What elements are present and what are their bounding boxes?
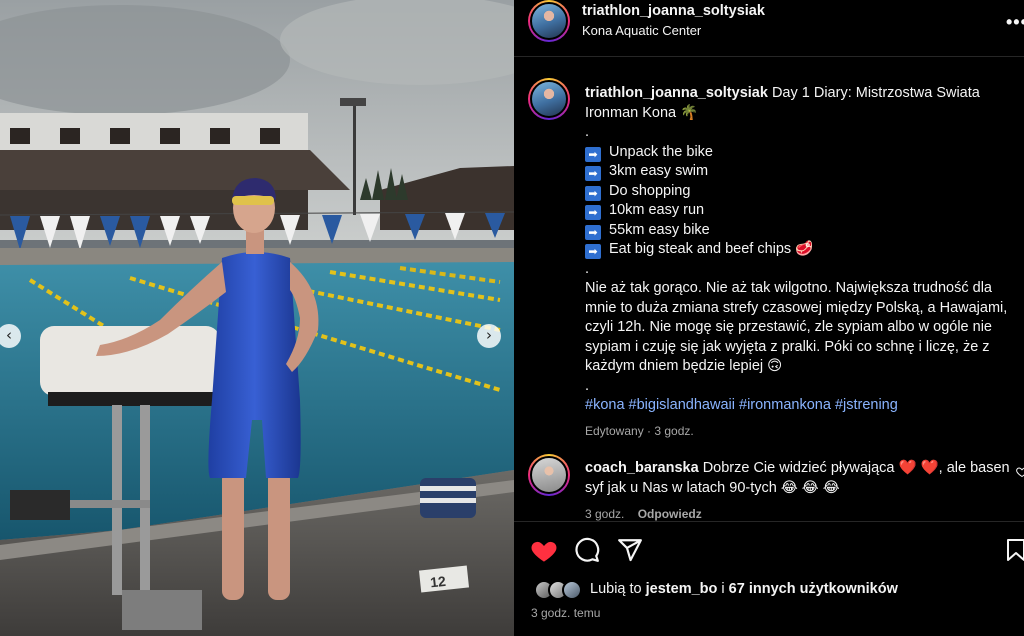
todo-item: ➡ 3km easy swim xyxy=(585,162,1024,182)
hashtag-link[interactable]: #ironmankona xyxy=(739,397,831,413)
todo-item: ➡ Unpack the bike xyxy=(585,143,1024,163)
caption-paragraph: Nie aż tak gorąco. Nie aż tak wilgotno. … xyxy=(585,280,1008,374)
post-actions: Lubią to jestem_bo i 67 innych użytkowni… xyxy=(514,521,1024,636)
post-caption: triathlon_joanna_soltysiak Day 1 Diary: … xyxy=(585,84,1024,441)
save-bookmark-icon[interactable] xyxy=(1006,537,1024,563)
edited-label: Edytowany xyxy=(585,423,644,438)
arrow-right-icon: ➡ xyxy=(585,205,601,220)
like-heart-icon[interactable] xyxy=(530,537,558,563)
arrow-right-icon: ➡ xyxy=(585,166,601,181)
author-avatar[interactable] xyxy=(528,0,570,42)
comment-username[interactable]: coach_baranska xyxy=(585,460,699,476)
post-photo[interactable]: 12 ‹ › xyxy=(0,0,514,636)
caption-dot: . xyxy=(585,124,590,140)
todo-item: ➡ Do shopping xyxy=(585,182,1024,202)
hashtag-link[interactable]: #bigislandhawaii xyxy=(629,397,735,413)
more-options-icon[interactable]: ••• xyxy=(1006,12,1024,33)
lane-marker-text: 12 xyxy=(429,573,446,591)
post-details-panel: triathlon_joanna_soltysiak Kona Aquatic … xyxy=(514,0,1024,636)
todo-item: ➡ 55km easy bike xyxy=(585,221,1024,241)
arrow-right-icon: ➡ xyxy=(585,224,601,240)
todo-item: ➡ Eat big steak and beef chips 🥩 xyxy=(585,240,1024,260)
chevron-right-icon: › xyxy=(486,326,492,344)
likes-others[interactable]: 67 innych użytkowników xyxy=(729,581,898,597)
post-timestamp: 3 godz. temu xyxy=(531,606,601,620)
caption-dot: . xyxy=(585,377,590,394)
caption-username[interactable]: triathlon_joanna_soltysiak xyxy=(585,85,768,101)
arrow-right-icon: ➡ xyxy=(585,244,601,259)
post-location[interactable]: Kona Aquatic Center xyxy=(582,23,701,38)
share-icon[interactable] xyxy=(617,537,643,563)
liker-username[interactable]: jestem_bo xyxy=(646,581,718,597)
hashtag-link[interactable]: #kona xyxy=(585,397,625,413)
comment-meta: 3 godz. Odpowiedz xyxy=(585,507,702,521)
reply-button[interactable]: Odpowiedz xyxy=(638,507,702,521)
chevron-left-icon: ‹ xyxy=(6,326,12,344)
hashtags: #kona #bigislandhawaii #ironmankona #jst… xyxy=(585,396,1024,416)
liker-avatars xyxy=(534,580,586,600)
comment-icon[interactable] xyxy=(574,537,600,563)
likes-text: Lubią to jestem_bo i 67 innych użytkowni… xyxy=(590,581,898,597)
comment-like-icon[interactable] xyxy=(1016,466,1024,478)
hashtag-link[interactable]: #jstrening xyxy=(835,397,898,413)
caption-author-avatar[interactable] xyxy=(528,78,570,120)
caption-dot: . xyxy=(585,260,590,277)
caption-meta: Edytowany · 3 godz. xyxy=(585,423,694,438)
pool-photo-illustration: 12 xyxy=(0,0,514,636)
commenter-avatar[interactable] xyxy=(528,454,570,496)
arrow-right-icon: ➡ xyxy=(585,146,601,162)
next-photo-button[interactable]: › xyxy=(477,324,501,348)
todo-item: ➡ 10km easy run xyxy=(585,201,1024,221)
arrow-right-icon: ➡ xyxy=(585,185,601,201)
comment: coach_baranska Dobrze Cie widzieć pływaj… xyxy=(585,458,1015,498)
comment-time: 3 godz. xyxy=(585,507,625,521)
caption-time: 3 godz. xyxy=(654,423,694,438)
post-header: triathlon_joanna_soltysiak Kona Aquatic … xyxy=(514,0,1024,57)
author-username[interactable]: triathlon_joanna_soltysiak xyxy=(582,3,765,19)
